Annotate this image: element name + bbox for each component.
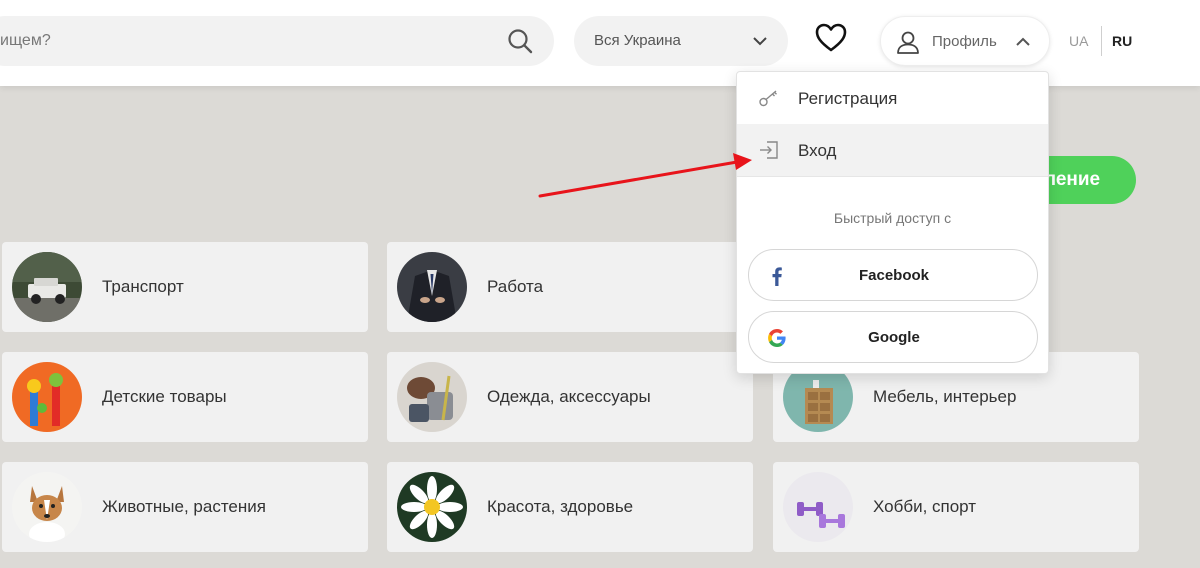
social-label: Google (868, 329, 920, 346)
category-card-kids[interactable]: Детские товары (2, 352, 368, 442)
category-label: Красота, здоровье (487, 497, 634, 516)
add-listing-label: ление (1044, 169, 1101, 190)
lang-ru-link[interactable]: RU (1112, 33, 1132, 49)
menu-item-label: Регистрация (798, 89, 898, 108)
category-card-transport[interactable]: Транспорт (2, 242, 368, 332)
quick-access-title: Быстрый доступ с (833, 210, 952, 226)
menu-item-register[interactable]: Регистрация (737, 72, 1048, 124)
menu-item-login[interactable]: Вход (737, 124, 1048, 176)
car-photo (12, 252, 82, 322)
clothes-photo (397, 362, 467, 432)
profile-button[interactable]: Профиль (880, 16, 1050, 66)
heart-icon[interactable] (814, 22, 848, 54)
menu-item-label: Вход (798, 141, 837, 160)
category-label: Мебель, интерьер (873, 387, 1017, 406)
category-card-clothes[interactable]: Одежда, аксессуары (387, 352, 753, 442)
search-input[interactable] (0, 16, 470, 66)
chevron-up-icon (1016, 37, 1030, 46)
lang-divider (1101, 26, 1102, 56)
category-card-hobby[interactable]: Хобби, спорт (773, 462, 1139, 552)
category-label: Хобби, спорт (873, 497, 977, 516)
key-icon (759, 90, 777, 107)
category-label: Работа (487, 277, 544, 296)
chevron-down-icon (753, 37, 767, 46)
login-icon (760, 141, 778, 159)
category-card-job[interactable]: Работа (387, 242, 753, 332)
dumbbells-photo (783, 472, 853, 542)
region-label: Вся Украина (594, 32, 681, 49)
dog-photo (12, 472, 82, 542)
menu-divider (737, 176, 1048, 177)
search-icon[interactable] (507, 28, 533, 54)
category-card-beauty[interactable]: Красота, здоровье (387, 462, 753, 552)
profile-dropdown: Регистрация Вход Быстрый доступ с Facebo… (736, 71, 1049, 374)
category-label: Детские товары (102, 387, 227, 406)
category-label: Животные, растения (102, 497, 266, 516)
flower-photo (397, 472, 467, 542)
region-select[interactable]: Вся Украина (574, 16, 788, 66)
business-suit-photo (397, 252, 467, 322)
category-card-animals[interactable]: Животные, растения (2, 462, 368, 552)
category-label: Транспорт (102, 277, 184, 296)
social-label: Facebook (858, 267, 930, 284)
toys-photo (12, 362, 82, 432)
category-label: Одежда, аксессуары (487, 387, 651, 406)
facebook-login-button[interactable]: Facebook (748, 249, 1038, 301)
google-login-button[interactable]: Google (748, 311, 1038, 363)
search-box[interactable] (0, 16, 554, 66)
profile-label: Профиль (932, 33, 997, 50)
lang-ua-link[interactable]: UA (1069, 33, 1088, 49)
user-icon (897, 31, 919, 54)
